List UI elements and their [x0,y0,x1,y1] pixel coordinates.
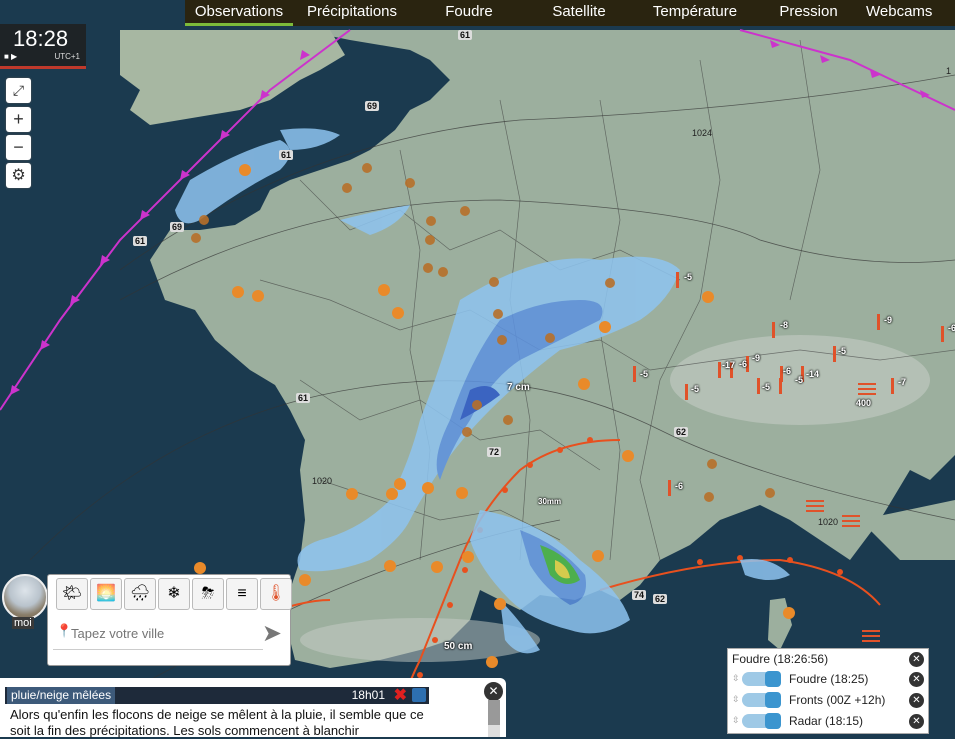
layers-title-row: Foudre (18:26:56) ✕ [728,649,928,669]
rain-cloud-icon[interactable]: 🌧 [124,578,156,610]
clock-widget: 18:28 ■ ▶ UTC+1 [0,24,86,69]
news-panel: pluie/neige mêlées 18h01 ✖ Alors qu'enfi… [0,678,506,738]
isobar-label: 1 [946,66,952,76]
zoom-in-button[interactable]: + [6,107,31,132]
temp-label: -7 [898,377,907,387]
save-icon[interactable] [412,688,426,702]
close-icon[interactable]: ✕ [909,652,924,667]
close-icon[interactable]: ✕ [909,693,924,708]
sunset-icon[interactable]: 🌅 [90,578,122,610]
wind-label: 61 [458,30,473,40]
news-scrollbar-thumb[interactable] [488,700,500,725]
wind-label: 62 [674,427,689,437]
layer-toggle[interactable] [742,692,781,708]
layer-row-fronts[interactable]: ⇳ Fronts (00Z +12h) ✕ [728,691,928,711]
temp-label: -5 [640,369,649,379]
sun-cloud-icon[interactable]: 🌤 [56,578,88,610]
layer-label: Foudre (18:25) [789,672,869,686]
close-icon[interactable]: ✕ [909,672,924,687]
temp-label: -6 [783,366,792,376]
wind-label: 62 [653,594,668,604]
layer-row-foudre[interactable]: ⇳ Foudre (18:25) ✕ [728,670,928,690]
temp-label: -5 [684,272,693,282]
temp-label: -17 [722,360,736,370]
city-search-input[interactable] [53,617,263,650]
temp-label: -5 [691,384,700,394]
tab-pression[interactable]: Pression [759,0,858,26]
layer-toggle[interactable] [742,713,781,729]
news-close-button[interactable]: ✕ [484,682,503,701]
news-time: 18h01 [351,688,385,702]
wind-label: 69 [170,222,185,232]
wind-label: 74 [632,590,647,600]
close-icon[interactable]: ✖ [394,685,407,705]
avatar[interactable] [2,574,48,620]
temp-label: -6 [739,359,748,369]
avatar-label: moi [12,617,34,629]
thermometer-icon[interactable]: 🌡 [260,578,292,610]
layer-toggle[interactable] [742,671,781,687]
snow-cloud-icon[interactable]: ❄ [158,578,190,610]
temp-label: -5 [762,382,771,392]
gear-icon[interactable]: ⚙ [6,163,31,188]
zoom-out-button[interactable]: − [6,135,31,160]
news-header: pluie/neige mêlées 18h01 ✖ [5,687,429,704]
tab-temperature[interactable]: Température [631,0,759,26]
isobar-label: 1020 [312,476,333,486]
playback-controls-icon[interactable]: ■ ▶ [4,52,17,61]
snow-depth-label: 50 cm [444,641,473,652]
clock-timezone: UTC+1 [54,52,80,61]
layers-panel: Foudre (18:26:56) ✕ ⇳ Foudre (18:25) ✕ ⇳… [727,648,929,734]
temp-label: -8 [780,320,789,330]
layer-label: Fronts (00Z +12h) [789,693,886,707]
wind-label: 61 [279,150,294,160]
tab-satellite[interactable]: Satellite [527,0,631,26]
drag-handle-icon[interactable]: ⇳ [732,673,740,684]
temp-label: -9 [884,315,893,325]
layer-row-radar[interactable]: ⇳ Radar (18:15) ✕ [728,712,928,732]
temp-label: -6 [948,323,955,333]
clock-time: 18:28 [13,26,69,51]
rain-amount-label: 30mm [538,497,562,506]
tab-observations[interactable]: Observations [185,0,293,26]
temp-label: -14 [806,369,820,379]
layer-label: Radar (18:15) [789,714,864,728]
send-icon[interactable]: ➤ [262,619,282,648]
tab-foudre[interactable]: Foudre [411,0,527,26]
wind-label: 72 [487,447,502,457]
search-panel: 🌤 🌅 🌧 ❄ ⛈ ≡ 🌡 📍 ➤ [47,574,292,666]
drag-handle-icon[interactable]: ⇳ [732,694,740,705]
wind-label: 61 [133,236,148,246]
temp-label: -5 [838,346,847,356]
drag-handle-icon[interactable]: ⇳ [732,715,740,726]
temp-label: -6 [675,481,684,491]
snow-depth-label: 7 cm [507,382,530,393]
temp-label: -9 [752,353,761,363]
top-nav: Observations Précipitations Foudre Satel… [185,0,955,26]
wind-label: 61 [296,393,311,403]
snow-depth-label: 400 [856,398,872,408]
layers-title: Foudre (18:26:56) [732,652,829,666]
close-icon[interactable]: ✕ [909,714,924,729]
thunder-cloud-icon[interactable]: ⛈ [192,578,224,610]
tab-webcams[interactable]: Webcams [858,0,955,26]
isobar-label: 1024 [692,128,713,138]
expand-icon[interactable]: ⤢ [6,78,31,103]
tab-precipitations[interactable]: Précipitations [293,0,411,26]
temp-label: -5 [795,375,804,385]
news-tag[interactable]: pluie/neige mêlées [7,687,116,704]
wind-label: 69 [365,101,380,111]
fog-icon[interactable]: ≡ [226,578,258,610]
news-text: Alors qu'enfin les flocons de neige se m… [10,707,424,738]
isobar-label: 1020 [818,517,839,527]
